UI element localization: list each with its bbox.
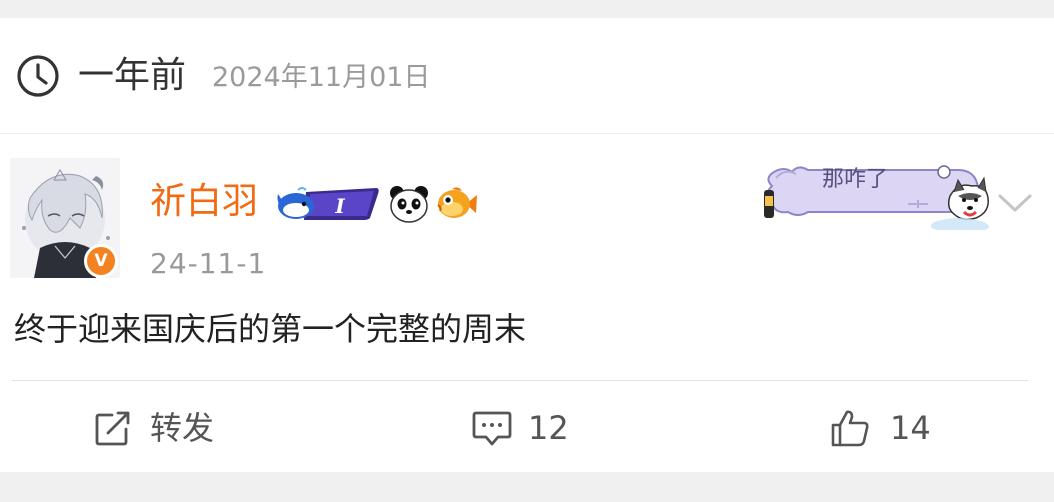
panda-icon (390, 186, 428, 223)
like-icon (831, 410, 869, 447)
repost-label: 转发 (150, 409, 215, 447)
time-header: 一年前 2024年11月01日 (0, 18, 1054, 133)
repost-icon (95, 411, 130, 446)
feed-card: 一年前 2024年11月01日 V 祈白羽 I 24-11-1 那咋了 终于迎来… (0, 18, 1054, 472)
whale-badge[interactable]: I (276, 184, 380, 224)
fish-icon (437, 187, 477, 218)
like-count: 14 (890, 409, 931, 447)
clock-icon (17, 55, 59, 97)
post-date: 24-11-1 (150, 247, 267, 280)
avatar[interactable]: V (10, 158, 120, 278)
comment-icon (472, 411, 512, 446)
username[interactable]: 祈白羽 (150, 180, 258, 224)
header-divider (0, 133, 1054, 134)
verified-badge: V (84, 244, 118, 278)
chevron-down-icon[interactable] (994, 188, 1036, 216)
comment-button[interactable]: 12 (472, 403, 582, 453)
action-divider (12, 380, 1028, 381)
repost-button[interactable]: 转发 (94, 403, 234, 453)
like-button[interactable]: 14 (830, 403, 940, 453)
absolute-date: 2024年11月01日 (212, 62, 431, 93)
comment-count: 12 (528, 409, 569, 447)
sticker-text: 那咋了 (822, 167, 889, 192)
relative-time: 一年前 (78, 55, 187, 96)
post-content: 终于迎来国庆后的第一个完整的周末 (14, 310, 527, 348)
whale-badge-level: I (334, 194, 345, 218)
